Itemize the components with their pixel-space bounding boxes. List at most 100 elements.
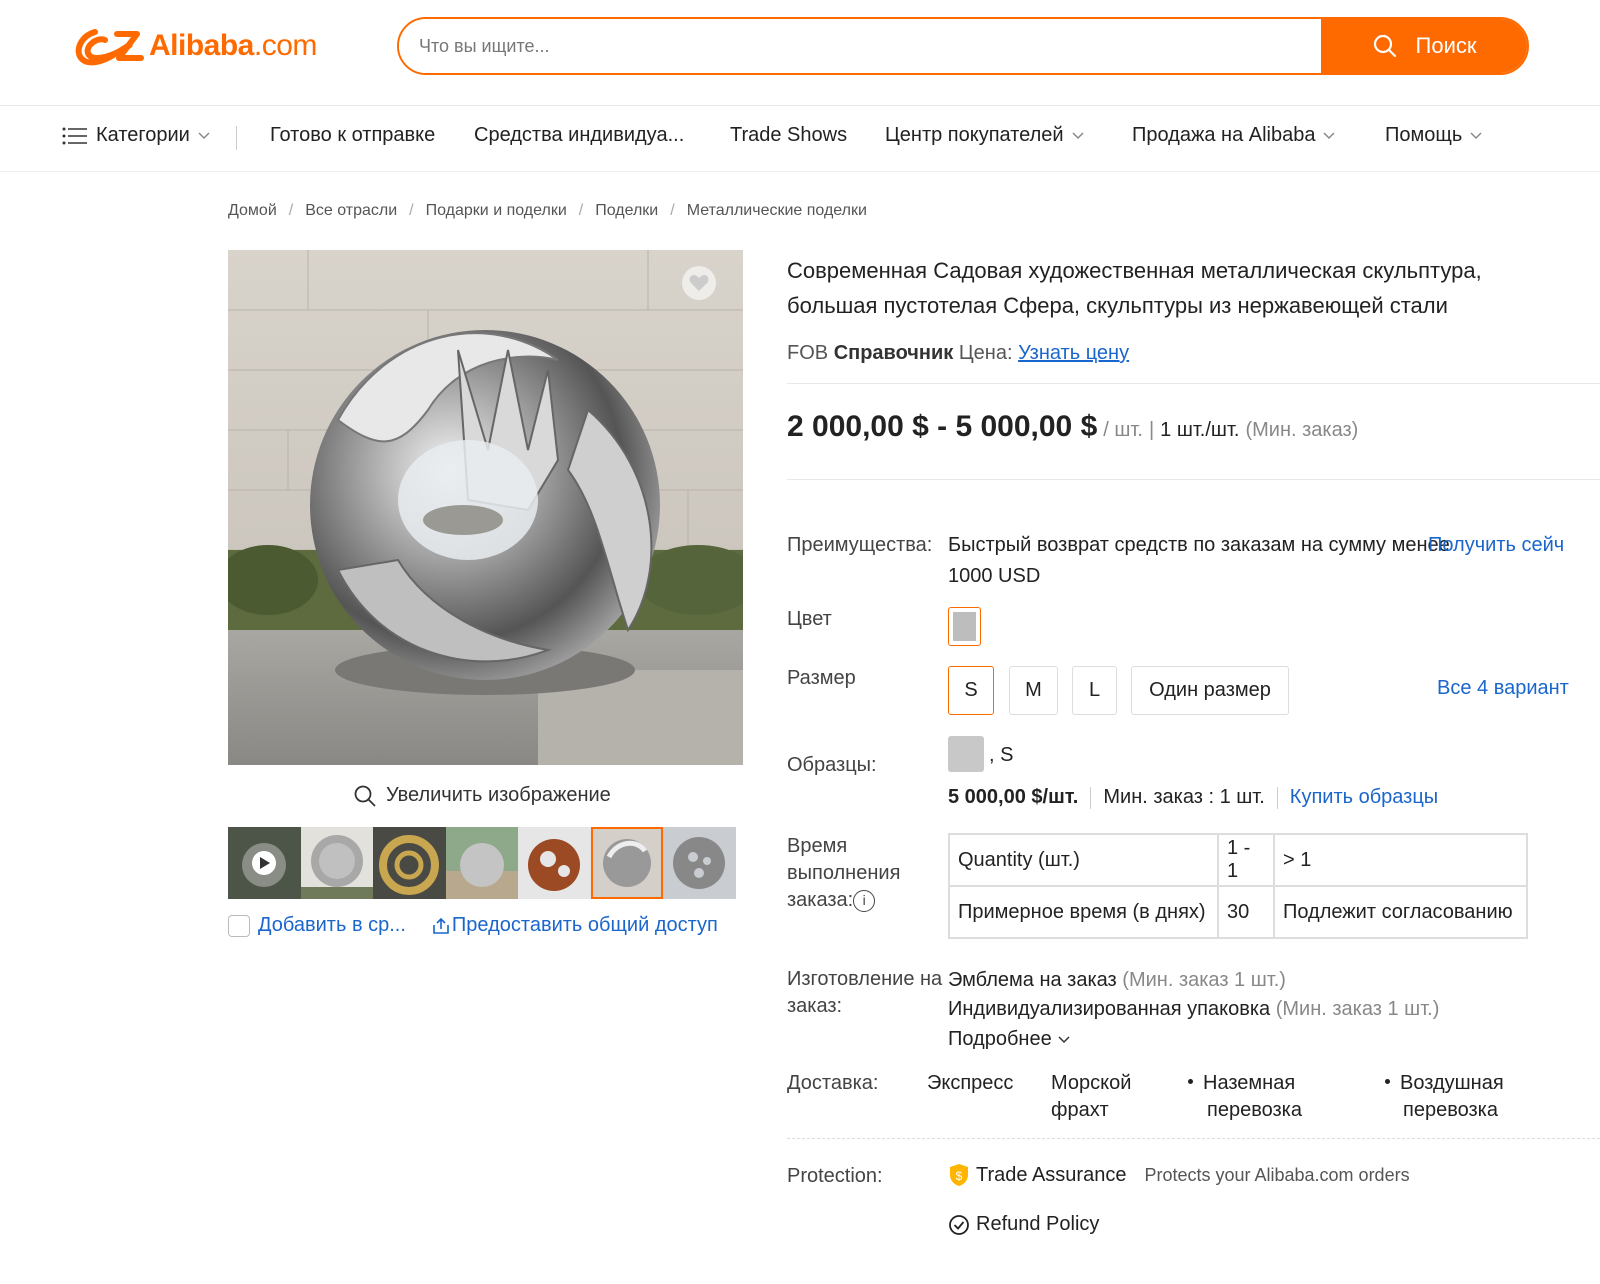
thumbnail-strip: [228, 827, 736, 899]
logo-text: Alibaba.com: [149, 29, 317, 62]
divider: [787, 1138, 1600, 1139]
table-cell: Примерное время (в днях): [948, 885, 1219, 939]
breadcrumb-separator: /: [288, 202, 294, 219]
customization-label-line: Изготовление на: [787, 968, 943, 990]
zoom-label: Увеличить изображение: [386, 784, 611, 806]
breadcrumb-metal-crafts[interactable]: Металлические поделки: [687, 202, 867, 220]
customization-label-line: заказ:: [787, 995, 843, 1017]
chevron-down-icon: [198, 131, 210, 139]
table-row: Quantity (шт.) 1 - 1 > 1: [948, 833, 1528, 887]
separator: [1276, 786, 1278, 809]
lead-time-label-line: Время: [787, 835, 848, 857]
shipping-express: Экспресс: [927, 1072, 1014, 1094]
buy-samples-link[interactable]: Купить образцы: [1290, 786, 1438, 809]
zoom-image-button[interactable]: Увеличить изображение: [354, 784, 611, 807]
divider: [787, 383, 1600, 384]
separator: [1090, 786, 1092, 809]
product-title-line: Современная Садовая художественная метал…: [787, 258, 1482, 283]
shipping-land: Наземная перевозка: [1188, 1070, 1302, 1124]
thumbnail-image[interactable]: [300, 827, 373, 899]
min-order-note: (Мин. заказ): [1245, 419, 1359, 441]
trade-assurance-shield-icon: $: [950, 1164, 968, 1186]
search-input[interactable]: [399, 19, 1321, 73]
get-price-link[interactable]: Узнать цену: [1018, 342, 1129, 364]
breadcrumb-all-industries[interactable]: Все отрасли: [305, 202, 397, 220]
heart-icon: [689, 275, 709, 291]
trade-assurance[interactable]: $ Trade Assurance Protects your Alibaba.…: [948, 1163, 1410, 1187]
share-label: Предоставить общий доступ: [451, 914, 718, 936]
thumbnail-video[interactable]: [228, 827, 301, 899]
size-option-l[interactable]: L: [1072, 666, 1117, 715]
thumbnail-image[interactable]: [518, 827, 591, 899]
product-title: Современная Садовая художественная метал…: [787, 253, 1547, 323]
refund-policy-label: Refund Policy: [976, 1213, 1100, 1235]
table-cell: > 1: [1273, 833, 1528, 887]
nav-item-ready-to-ship[interactable]: Готово к отправке: [270, 124, 435, 147]
price-separator: |: [1148, 419, 1155, 441]
alibaba-logo[interactable]: Alibaba.com: [75, 24, 317, 68]
site-header: Alibaba.com Поиск: [0, 0, 1600, 106]
breadcrumb-gifts-crafts[interactable]: Подарки и поделки: [426, 202, 567, 220]
gallery-actions: Добавить в ср... Предоставить общий дост…: [228, 914, 718, 937]
check-circle-icon: [949, 1214, 969, 1235]
shipping-sea: Морской фрахт: [1051, 1070, 1131, 1124]
main-product-image[interactable]: [228, 250, 743, 765]
get-now-link[interactable]: Получить сейч: [1428, 534, 1564, 557]
shipping-line: перевозка: [1207, 1099, 1302, 1121]
refund-policy[interactable]: Refund Policy: [948, 1213, 1099, 1236]
info-icon[interactable]: i: [853, 889, 876, 912]
price-block: 2 000,00 $ - 5 000,00 $ / шт. | 1 шт./шт…: [787, 410, 1358, 444]
all-variants-link[interactable]: Все 4 вариант: [1437, 677, 1569, 700]
ref-bold: Справочник: [833, 342, 954, 364]
nav-item-help[interactable]: Помощь: [1385, 124, 1482, 147]
nav-divider: [236, 126, 237, 150]
shipping-line: Наземная: [1203, 1072, 1296, 1094]
nav-item-sell-on-alibaba[interactable]: Продажа на Alibaba: [1132, 124, 1336, 147]
size-option-s[interactable]: S: [948, 666, 994, 715]
price-unit: / шт.: [1103, 419, 1143, 441]
thumbnail-image-selected[interactable]: [590, 827, 663, 899]
svg-text:$: $: [956, 1169, 963, 1183]
min-order: 1 шт./шт.: [1160, 419, 1240, 441]
share-button[interactable]: Предоставить общий доступ: [432, 914, 718, 937]
magnifier-icon: [354, 785, 376, 806]
compare-checkbox[interactable]: [228, 914, 250, 937]
customization-label: Изготовление на заказ:: [787, 966, 942, 1020]
menu-icon: [62, 127, 87, 144]
thumbnail-image[interactable]: [445, 827, 518, 899]
search-button[interactable]: Поиск: [1321, 19, 1527, 73]
samples-label: Образцы:: [787, 754, 877, 776]
customization-item: Эмблема на заказ (Мин. заказ 1 шт.): [948, 969, 1286, 992]
more-details-label: Подробнее: [948, 1028, 1052, 1050]
more-details-button[interactable]: Подробнее: [948, 1028, 1070, 1051]
shipping-line: Воздушная: [1400, 1072, 1504, 1094]
size-option-m[interactable]: M: [1009, 666, 1058, 715]
nav-item-ppe[interactable]: Средства индивидуа...: [474, 124, 684, 147]
breadcrumb-home[interactable]: Домой: [228, 202, 277, 220]
sample-price: 5 000,00 $/шт.: [948, 786, 1079, 808]
nav-categories[interactable]: Категории: [62, 124, 210, 147]
breadcrumb-crafts[interactable]: Поделки: [595, 202, 658, 220]
favorite-button[interactable]: [682, 266, 716, 300]
chevron-down-icon: [1470, 131, 1482, 139]
thumbnail-image[interactable]: [373, 827, 446, 899]
sample-swatch: [948, 736, 984, 772]
nav-item-trade-shows[interactable]: Trade Shows: [730, 124, 847, 147]
color-label: Цвет: [787, 608, 832, 630]
price-range: 2 000,00 $ - 5 000,00 $: [787, 410, 1098, 443]
compare-label[interactable]: Добавить в ср...: [258, 914, 406, 937]
nav-categories-label: Категории: [96, 124, 190, 146]
thumbnail-image[interactable]: [663, 827, 736, 899]
table-cell: Подлежит согласованию: [1273, 885, 1528, 939]
share-icon: [433, 917, 449, 934]
nav-item-buyer-center[interactable]: Центр покупателей: [885, 124, 1084, 147]
size-label: Размер: [787, 667, 856, 689]
reference-price: FOB Справочник Цена: Узнать цену: [787, 342, 1129, 365]
color-swatch-selected[interactable]: [948, 607, 981, 646]
size-option-one-size[interactable]: Один размер: [1131, 666, 1289, 715]
ref-price-label: Цена:: [958, 342, 1013, 364]
chevron-down-icon: [1323, 131, 1336, 139]
main-nav: Категории Готово к отправке Средства инд…: [0, 106, 1600, 172]
trade-assurance-label: Trade Assurance: [976, 1163, 1127, 1186]
table-cell: 30: [1217, 885, 1275, 939]
